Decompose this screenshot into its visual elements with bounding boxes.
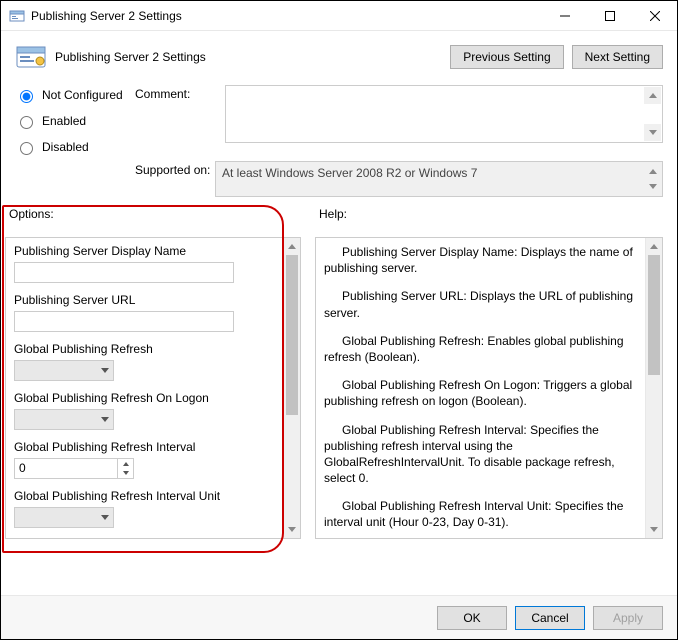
option-text-input[interactable] [14,311,234,332]
window-title: Publishing Server 2 Settings [31,9,542,23]
cancel-button[interactable]: Cancel [515,606,585,630]
help-panel: Help: Publishing Server Display Name: Di… [315,207,663,539]
state-radio-group: Not Configured Enabled Disabled [15,85,135,155]
ok-button[interactable]: OK [437,606,507,630]
minimize-button[interactable] [542,1,587,30]
help-scroll-up[interactable] [646,238,662,255]
supported-label: Supported on: [135,161,215,197]
comment-scroll-up[interactable] [644,87,661,104]
titlebar: Publishing Server 2 Settings [1,1,677,31]
help-scroll-thumb[interactable] [648,255,660,375]
close-button[interactable] [632,1,677,30]
comment-scroll-down[interactable] [644,124,661,141]
option-select[interactable] [14,409,114,430]
spinner-down-icon[interactable] [118,469,133,479]
help-paragraph: Global Publishing Refresh: Enables globa… [324,333,637,365]
help-scrollbar[interactable] [645,238,662,538]
options-scrollbar[interactable] [283,238,300,538]
settings-window: Publishing Server 2 Settings Publishin [0,0,678,640]
apply-button[interactable]: Apply [593,606,663,630]
radio-not-configured-label: Not Configured [42,88,123,102]
radio-enabled-label: Enabled [42,114,86,128]
radio-not-configured[interactable]: Not Configured [15,87,135,103]
option-label: Global Publishing Refresh On Logon [14,391,275,405]
dialog-footer: OK Cancel Apply [1,595,677,639]
header: Publishing Server 2 Settings Previous Se… [1,31,677,79]
option-label: Publishing Server Display Name [14,244,275,258]
supported-scroll-down[interactable] [644,178,661,195]
radio-not-configured-input[interactable] [20,90,33,103]
option-label: Publishing Server URL [14,293,275,307]
option-label: Global Publishing Refresh [14,342,275,356]
help-paragraph: Global Publishing Refresh Interval Unit:… [324,498,637,530]
option-text-input[interactable] [14,262,234,283]
option-group: Publishing Server URL [14,293,275,332]
help-paragraph: Global Publishing Refresh On Logon: Trig… [324,377,637,409]
help-scroll-down[interactable] [646,521,662,538]
help-paragraph: Publishing Server Display Name: Displays… [324,244,637,276]
previous-setting-button[interactable]: Previous Setting [450,45,563,69]
option-spinner[interactable]: 0 [14,458,134,479]
option-label: Global Publishing Refresh Interval [14,440,275,454]
option-label: Global Publishing Refresh Interval Unit [14,489,275,503]
radio-disabled-label: Disabled [42,140,89,154]
spinner-up-icon[interactable] [118,459,133,469]
radio-enabled[interactable]: Enabled [15,113,135,129]
supported-on-box: At least Windows Server 2008 R2 or Windo… [215,161,663,197]
options-label: Options: [5,207,301,221]
radio-disabled[interactable]: Disabled [15,139,135,155]
supported-on-text: At least Windows Server 2008 R2 or Windo… [222,166,477,180]
page-title: Publishing Server 2 Settings [55,50,450,64]
next-setting-button[interactable]: Next Setting [572,45,663,69]
help-paragraph: Publishing Server URL: Displays the URL … [324,288,637,320]
radio-enabled-input[interactable] [20,116,33,129]
option-group: Publishing Server Display Name [14,244,275,283]
options-scroll-up[interactable] [284,238,300,255]
options-scroll-down[interactable] [284,521,300,538]
option-group: Global Publishing Refresh [14,342,275,381]
help-label: Help: [315,207,663,221]
maximize-button[interactable] [587,1,632,30]
option-select[interactable] [14,507,114,528]
option-select[interactable] [14,360,114,381]
options-scroll-thumb[interactable] [286,255,298,415]
comment-label: Comment: [135,85,225,155]
option-group: Global Publishing Refresh Interval Unit [14,489,275,528]
option-group: Global Publishing Refresh On Logon [14,391,275,430]
help-paragraph: Global Publishing Refresh Interval: Spec… [324,422,637,487]
option-group: Global Publishing Refresh Interval 0 [14,440,275,479]
comment-textarea[interactable] [225,85,663,143]
radio-disabled-input[interactable] [20,142,33,155]
window-icon [9,8,25,24]
options-panel: Options: Publishing Server Display Name P… [5,207,301,539]
policy-icon [15,41,47,73]
